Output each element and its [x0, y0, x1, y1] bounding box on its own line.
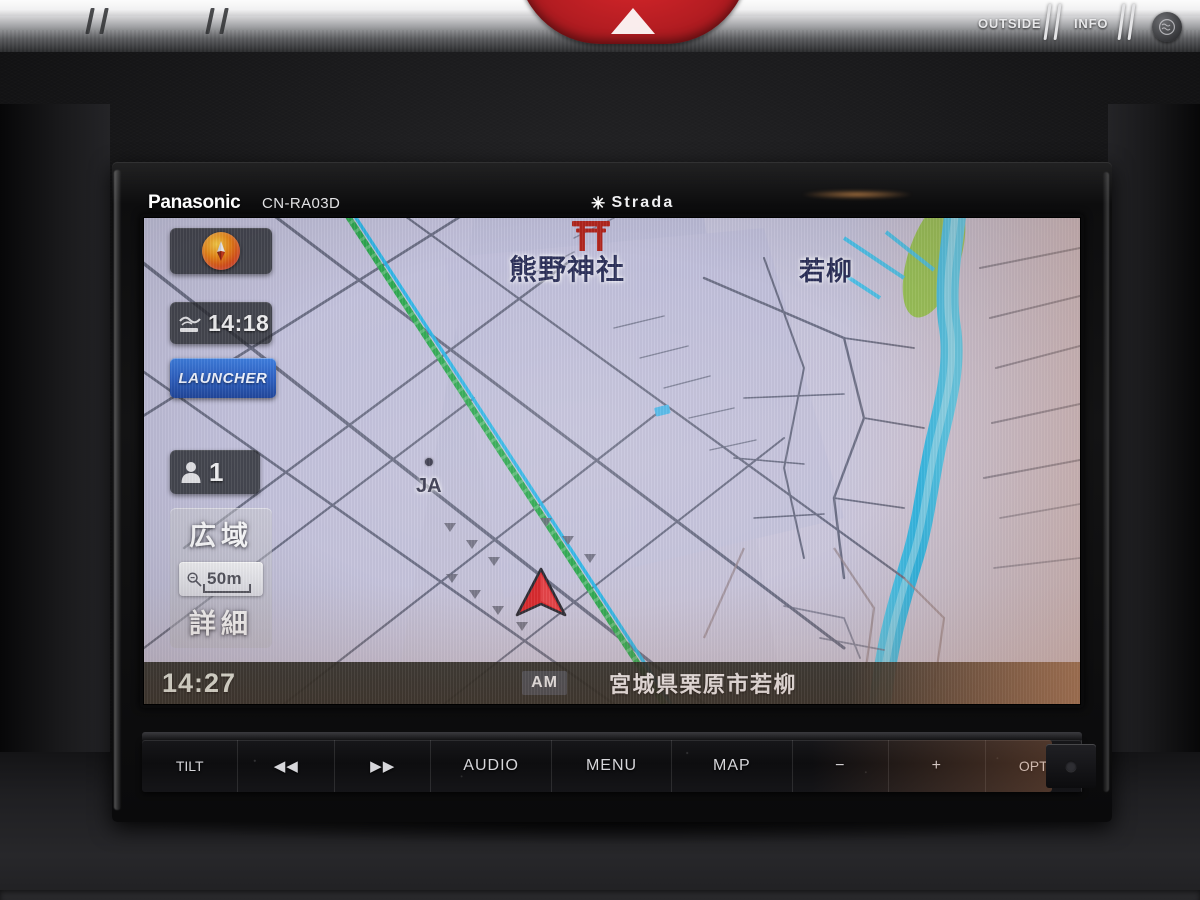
info-button[interactable]: INFO — [1074, 16, 1108, 31]
hazard-triangle-inner — [620, 20, 646, 35]
compass-orientation-button[interactable] — [170, 228, 272, 274]
map-vector-layer — [144, 218, 1080, 704]
tilt-button[interactable]: TILT — [142, 740, 239, 792]
rear-defogger-knob[interactable] — [1152, 12, 1182, 42]
vics-traffic-icon — [177, 310, 203, 336]
scale-ruler — [203, 584, 251, 593]
defogger-icon — [1158, 18, 1176, 36]
launcher-label: LAUNCHER — [178, 369, 268, 387]
navigation-screen[interactable]: 熊野神社 若柳 JA 14:18 LAUNCHER 1 広域 50m 詳細 14… — [144, 218, 1080, 704]
eta-traffic-button[interactable]: 14:18 — [170, 302, 272, 344]
person-icon — [181, 462, 201, 483]
map-scale-control: 広域 50m 詳細 — [170, 508, 272, 648]
outside-temp-button[interactable]: OUTSIDE — [978, 16, 1041, 31]
status-bar-glare — [850, 662, 1080, 704]
compass-icon — [202, 232, 240, 270]
dashboard-photo: OUTSIDE INFO Panasonic CN-RA03D ✳ Strada — [0, 0, 1200, 900]
current-position-arrow — [510, 563, 572, 630]
series-logo-text: Strada — [611, 194, 675, 211]
console-bottom-lip — [0, 890, 1200, 900]
hardware-button-row: TILT ◀◀ ▶▶ AUDIO MENU MAP − + OPT — [142, 740, 1082, 792]
map-label-ja: JA — [416, 475, 442, 497]
brand-logo: Panasonic — [148, 192, 241, 213]
track-next-button[interactable]: ▶▶ — [335, 740, 432, 792]
unit-left-edge-highlight — [114, 170, 121, 810]
current-address: 宮城県栗原市若柳 — [608, 672, 797, 697]
user-count: 1 — [209, 456, 224, 487]
eta-time: 14:18 — [208, 309, 270, 336]
scale-indicator: 50m — [179, 562, 263, 596]
lens-flare — [802, 190, 912, 199]
eject-screw — [1065, 760, 1077, 772]
ja-poi-dot — [425, 458, 433, 466]
dashboard-upper-trim: OUTSIDE INFO — [0, 0, 1200, 52]
status-bar: 14:27 AM 宮城県栗原市若柳 — [144, 662, 1080, 704]
zoom-out-button[interactable]: 広域 — [170, 514, 272, 553]
torii-icon — [569, 218, 613, 257]
volume-down-button[interactable]: − — [793, 740, 890, 792]
navigation-head-unit: Panasonic CN-RA03D ✳ Strada 熊野神社 若柳 JA 1… — [112, 162, 1112, 822]
map-canvas[interactable]: 熊野神社 若柳 JA 14:18 LAUNCHER 1 広域 50m 詳細 14… — [144, 218, 1080, 704]
model-number: CN-RA03D — [262, 195, 341, 212]
zoom-in-button[interactable]: 詳細 — [170, 602, 272, 641]
series-logo: ✳ Strada — [591, 194, 674, 212]
volume-up-button[interactable]: + — [889, 740, 986, 792]
strada-star-icon: ✳ — [591, 193, 608, 213]
radio-band-badge[interactable]: AM — [522, 671, 567, 695]
menu-button[interactable]: MENU — [552, 740, 673, 792]
user-profile-button[interactable]: 1 — [170, 450, 260, 494]
launcher-button[interactable]: LAUNCHER — [170, 358, 276, 398]
clock: 14:27 — [162, 667, 237, 698]
magnifier-icon — [187, 571, 202, 587]
track-previous-button[interactable]: ◀◀ — [238, 740, 335, 792]
audio-button[interactable]: AUDIO — [431, 740, 552, 792]
unit-right-edge-highlight — [1103, 172, 1109, 792]
eject-panel[interactable] — [1046, 744, 1096, 788]
map-label-wakayanagi: 若柳 — [799, 256, 854, 286]
map-button[interactable]: MAP — [672, 740, 793, 792]
